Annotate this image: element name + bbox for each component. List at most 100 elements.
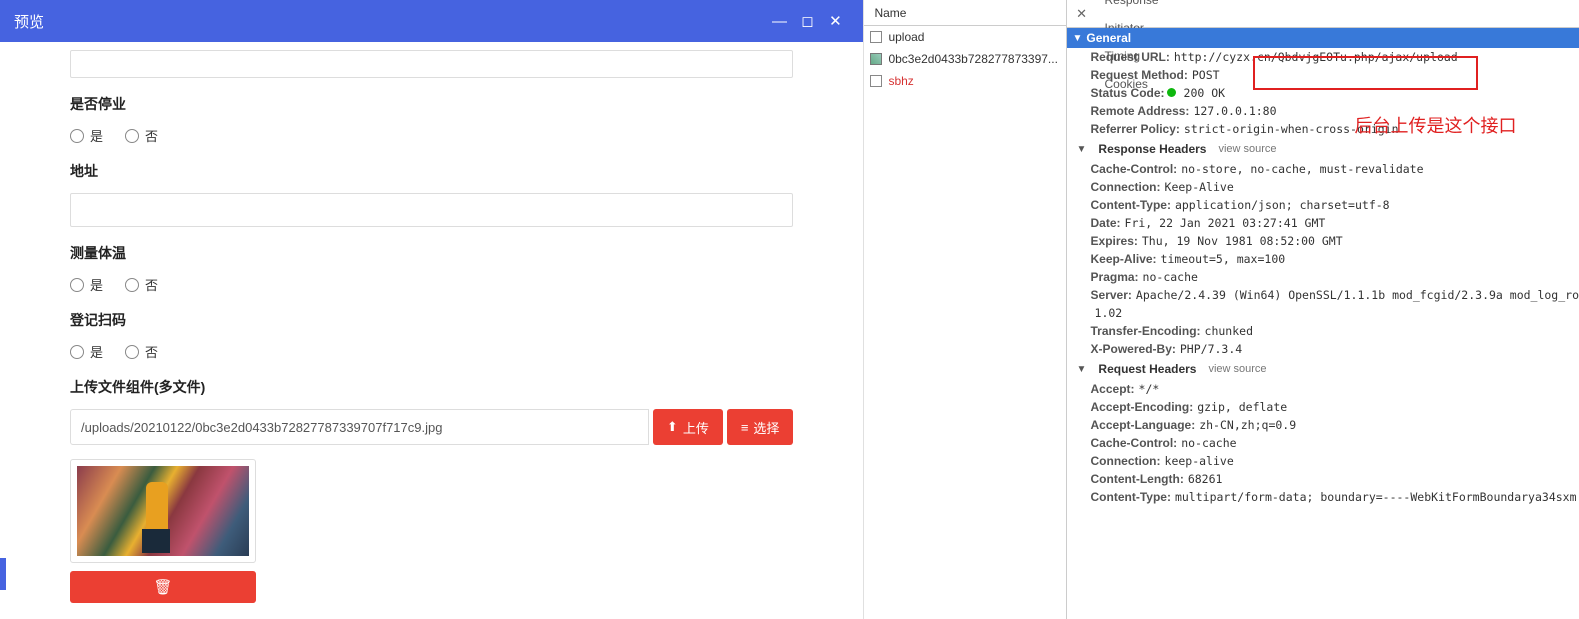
view-source-link[interactable]: view source [1218, 143, 1276, 155]
header-row: Keep-Alive: timeout=5, max=100 [1067, 250, 1579, 268]
header-key: Cache-Control: [1091, 162, 1178, 176]
header-row: Content-Length:68261 [1067, 470, 1579, 488]
network-request-row[interactable]: sbhz [864, 70, 1065, 92]
header-row: Content-Type:application/json; charset=u… [1067, 196, 1579, 214]
header-key: Referrer Policy: [1091, 122, 1180, 136]
netlist-header[interactable]: Name [864, 0, 1065, 26]
header-row: Pragma: no-cache [1067, 268, 1579, 286]
header-row: Accept:*/* [1067, 380, 1579, 398]
header-key: X-Powered-By: [1091, 342, 1176, 356]
label-address: 地址 [70, 161, 793, 181]
header-row: Request URL:http://cyzx.cn/QbdvjgEOTu.ph… [1067, 48, 1579, 66]
image-file-icon [870, 53, 882, 65]
header-value: http://cyzx.cn/QbdvjgEOTu.php/ajax/uploa… [1174, 50, 1458, 64]
header-key: Content-Type: [1091, 490, 1171, 504]
request-name: 0bc3e2d0433b728277873397... [888, 52, 1059, 66]
header-value: no-cache [1143, 270, 1198, 284]
header-value: keep-alive [1165, 454, 1234, 468]
upload-path-input[interactable]: /uploads/20210122/0bc3e2d0433b7282778733… [70, 409, 649, 445]
annotation-text: 后台上传是这个接口 [1355, 112, 1517, 138]
header-row: Transfer-Encoding:chunked [1067, 322, 1579, 340]
header-row: X-Powered-By: PHP/7.3.4 [1067, 340, 1579, 358]
header-key: Connection: [1091, 454, 1161, 468]
header-value: Keep-Alive [1165, 180, 1234, 194]
header-value: 200 OK [1184, 86, 1226, 100]
header-key: Date: [1091, 216, 1121, 230]
radio-closed-yes[interactable]: 是 [70, 126, 103, 145]
header-value: PHP/7.3.4 [1180, 342, 1242, 356]
header-value: 68261 [1188, 472, 1223, 486]
header-row: Status Code:200 OK [1067, 84, 1579, 102]
header-value: 127.0.0.1:80 [1193, 104, 1276, 118]
header-key: Connection: [1091, 180, 1161, 194]
window-title: 预览 [14, 11, 44, 32]
header-row: Accept-Encoding:gzip, deflate [1067, 398, 1579, 416]
header-row: 1.02 [1067, 304, 1579, 322]
radio-scan-no[interactable]: 否 [125, 342, 158, 361]
devtools-tabs: ✕ HeadersPreviewResponseInitiatorTimingC… [1067, 0, 1579, 28]
header-value: gzip, deflate [1197, 400, 1287, 414]
list-icon: ≡ [741, 420, 749, 435]
upload-icon: ⬆ [667, 419, 678, 435]
radio-temp-yes[interactable]: 是 [70, 275, 103, 294]
radio-scan-yes[interactable]: 是 [70, 342, 103, 361]
network-request-row[interactable]: 0bc3e2d0433b728277873397... [864, 48, 1065, 70]
header-value: 1.02 [1095, 306, 1123, 320]
devtools-tab-response[interactable]: Response [1093, 0, 1171, 14]
label-scan: 登记扫码 [70, 310, 793, 330]
header-value: */* [1139, 382, 1160, 396]
radio-closed-no[interactable]: 否 [125, 126, 158, 145]
header-key: Cache-Control: [1091, 436, 1178, 450]
radio-icon [70, 345, 84, 359]
delete-button[interactable]: 🗑 [70, 571, 256, 603]
request-name: sbhz [888, 74, 1059, 88]
header-value: Fri, 22 Jan 2021 03:27:41 GMT [1125, 216, 1326, 230]
image-thumbnail[interactable] [70, 459, 256, 563]
section-general[interactable]: ▼General [1067, 28, 1579, 48]
header-row: Connection: keep-alive [1067, 452, 1579, 470]
view-source-link[interactable]: view source [1208, 363, 1266, 375]
header-row: Server:Apache/2.4.39 (Win64) OpenSSL/1.1… [1067, 286, 1579, 304]
select-button[interactable]: ≡选择 [727, 409, 794, 445]
header-row: Cache-Control:no-store, no-cache, must-r… [1067, 160, 1579, 178]
header-key: Request Method: [1091, 68, 1188, 82]
text-input-top[interactable] [70, 50, 793, 78]
devtools-panel: ✕ HeadersPreviewResponseInitiatorTimingC… [1067, 0, 1579, 619]
radio-icon [70, 278, 84, 292]
header-value: timeout=5, max=100 [1161, 252, 1286, 266]
network-request-row[interactable]: upload [864, 26, 1065, 48]
header-key: Content-Type: [1091, 198, 1171, 212]
caret-down-icon: ▼ [1077, 144, 1087, 155]
label-temperature: 测量体温 [70, 243, 793, 263]
close-button[interactable]: ✕ [821, 12, 849, 30]
header-row: Date: Fri, 22 Jan 2021 03:27:41 GMT [1067, 214, 1579, 232]
minimize-button[interactable]: — [765, 13, 793, 30]
label-upload: 上传文件组件(多文件) [70, 377, 793, 397]
trash-icon: 🗑 [153, 579, 172, 596]
section-request-headers[interactable]: ▼Request Headersview source [1067, 358, 1579, 380]
request-name: upload [888, 30, 1059, 44]
header-value: no-store, no-cache, must-revalidate [1181, 162, 1423, 176]
window-titlebar: 预览 — ◻ ✕ [0, 0, 863, 42]
header-key: Pragma: [1091, 270, 1139, 284]
caret-down-icon: ▼ [1077, 364, 1087, 375]
header-key: Accept-Encoding: [1091, 400, 1194, 414]
maximize-button[interactable]: ◻ [793, 12, 821, 30]
radio-icon [125, 278, 139, 292]
header-key: Remote Address: [1091, 104, 1190, 118]
radio-icon [125, 129, 139, 143]
upload-button[interactable]: ⬆上传 [653, 409, 723, 445]
section-response-headers[interactable]: ▼Response Headersview source [1067, 138, 1579, 160]
status-dot-icon [1167, 88, 1176, 97]
header-value: chunked [1205, 324, 1253, 338]
header-key: Accept-Language: [1091, 418, 1196, 432]
radio-temp-no[interactable]: 否 [125, 275, 158, 294]
header-key: Server: [1091, 288, 1132, 302]
header-row: Cache-Control:no-cache [1067, 434, 1579, 452]
close-panel-icon[interactable]: ✕ [1073, 6, 1091, 22]
network-request-list: Name upload 0bc3e2d0433b728277873397... sb… [864, 0, 1066, 619]
file-icon [870, 75, 882, 87]
address-input[interactable] [70, 193, 793, 227]
header-value: no-cache [1181, 436, 1236, 450]
header-key: Keep-Alive: [1091, 252, 1157, 266]
